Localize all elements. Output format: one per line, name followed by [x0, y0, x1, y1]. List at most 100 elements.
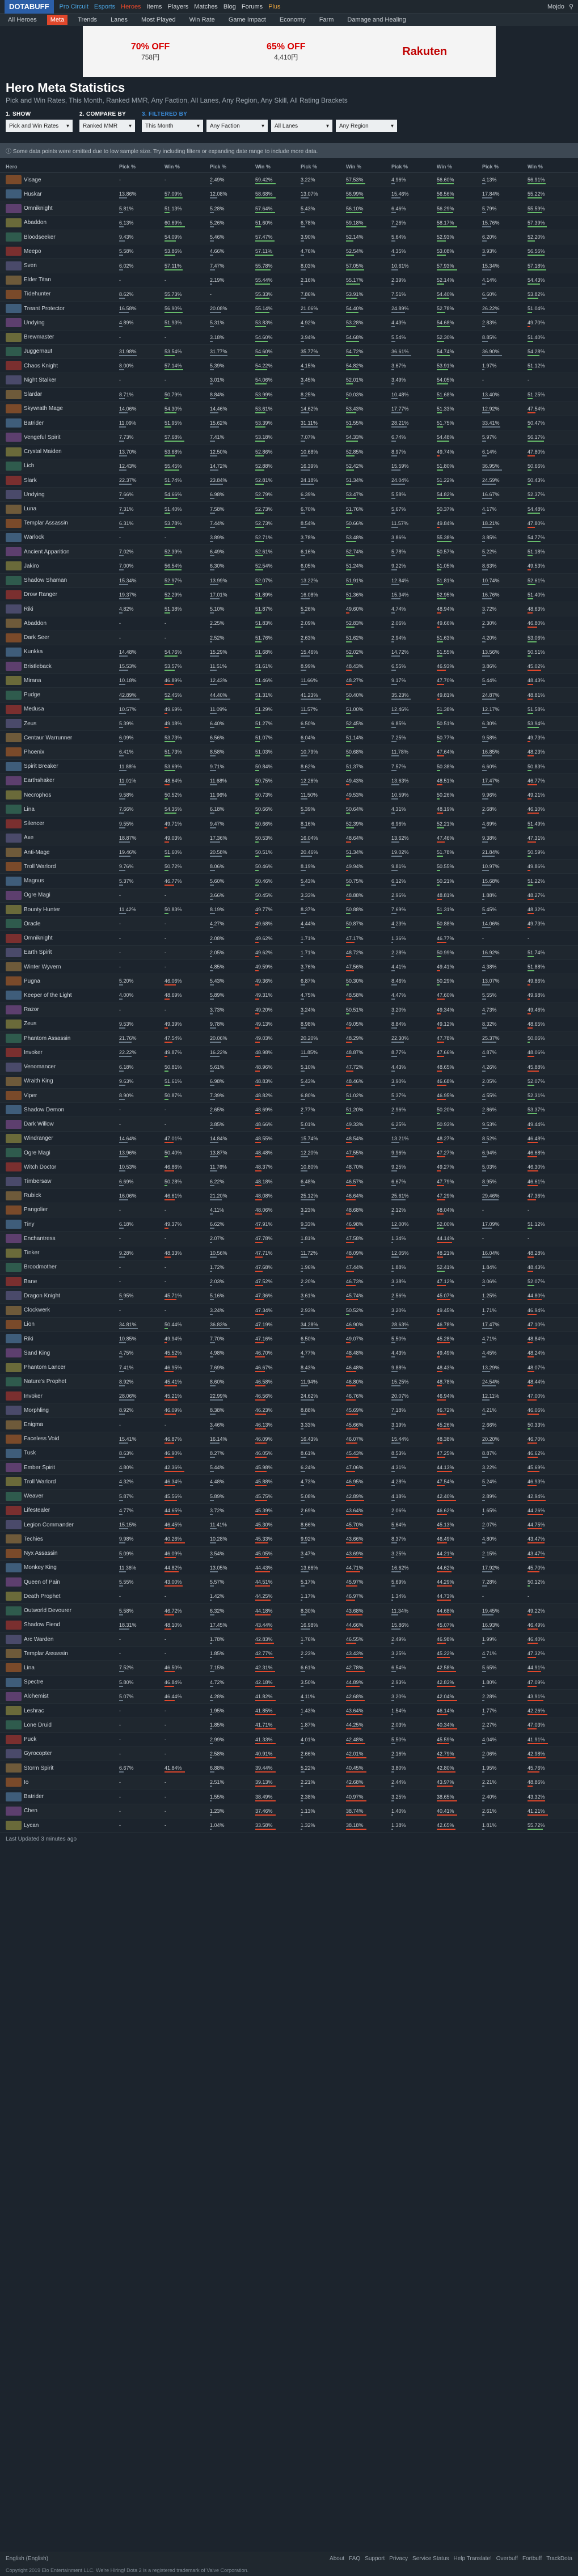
hero-portrait-icon[interactable]	[6, 1334, 22, 1344]
hero-portrait-icon[interactable]	[6, 1792, 22, 1801]
hero-name[interactable]: Chen	[24, 1808, 37, 1814]
hero-portrait-icon[interactable]	[6, 318, 22, 328]
hero-name[interactable]: Spirit Breaker	[24, 763, 58, 769]
hero-name[interactable]: Drow Ranger	[24, 591, 57, 598]
hero-portrait-icon[interactable]	[6, 289, 22, 299]
hero-portrait-icon[interactable]	[6, 962, 22, 971]
hero-name[interactable]: Medusa	[24, 706, 44, 712]
hero-name[interactable]: Tiny	[24, 1221, 35, 1228]
hero-portrait-icon[interactable]	[6, 1821, 22, 1830]
hero-name[interactable]: Phantom Assassin	[24, 1035, 70, 1042]
hero-name[interactable]: Bloodseeker	[24, 234, 56, 240]
hero-name[interactable]: Axe	[24, 835, 33, 841]
tab-farm[interactable]: Farm	[316, 15, 337, 25]
hero-portrait-icon[interactable]	[6, 991, 22, 1000]
col-win-1[interactable]: Win %	[255, 164, 301, 170]
hero-name[interactable]: Templar Assassin	[24, 1651, 68, 1657]
hero-portrait-icon[interactable]	[6, 532, 22, 542]
date-select[interactable]: This Month ▾	[142, 120, 203, 132]
hero-portrait-icon[interactable]	[6, 561, 22, 571]
hero-portrait-icon[interactable]	[6, 1534, 22, 1544]
hero-portrait-icon[interactable]	[6, 1262, 22, 1272]
hero-portrait-icon[interactable]	[6, 948, 22, 957]
hero-portrait-icon[interactable]	[6, 218, 22, 227]
hero-name[interactable]: Nyx Assassin	[24, 1550, 57, 1556]
nav-heroes[interactable]: Heroes	[121, 3, 141, 10]
hero-name[interactable]: Lone Druid	[24, 1722, 52, 1728]
hero-name[interactable]: Invoker	[24, 1050, 43, 1056]
hero-name[interactable]: Viper	[24, 1093, 37, 1099]
tab-game-impact[interactable]: Game Impact	[225, 15, 269, 25]
hero-name[interactable]: Juggernaut	[24, 348, 52, 354]
hero-name[interactable]: Meepo	[24, 248, 41, 255]
hero-name[interactable]: Faceless Void	[24, 1436, 59, 1442]
hero-name[interactable]: Tinker	[24, 1250, 39, 1256]
col-win-2[interactable]: Win %	[346, 164, 391, 170]
hero-portrait-icon[interactable]	[6, 275, 22, 285]
hero-name[interactable]: Nature's Prophet	[24, 1378, 66, 1385]
hero-portrait-icon[interactable]	[6, 504, 22, 514]
hero-portrait-icon[interactable]	[6, 905, 22, 915]
hero-name[interactable]: Winter Wyvern	[24, 964, 61, 970]
hero-portrait-icon[interactable]	[6, 819, 22, 828]
language-select[interactable]: English (English)	[6, 2556, 48, 2562]
hero-name[interactable]: Witch Doctor	[24, 1164, 56, 1170]
hero-name[interactable]: Silencer	[24, 820, 44, 827]
tab-win-rate[interactable]: Win Rate	[186, 15, 218, 25]
nav-forums[interactable]: Forums	[242, 3, 263, 10]
hero-name[interactable]: Lina	[24, 806, 35, 813]
hero-portrait-icon[interactable]	[6, 346, 22, 356]
col-pick-1[interactable]: Pick %	[210, 164, 255, 170]
hero-portrait-icon[interactable]	[6, 719, 22, 729]
hero-portrait-icon[interactable]	[6, 1649, 22, 1659]
hero-name[interactable]: Tidehunter	[24, 291, 50, 297]
hero-portrait-icon[interactable]	[6, 919, 22, 929]
nav-pro-circuit[interactable]: Pro Circuit	[60, 3, 88, 10]
hero-name[interactable]: Mirana	[24, 678, 41, 684]
hero-name[interactable]: Broodmother	[24, 1264, 57, 1270]
hero-name[interactable]: Troll Warlord	[24, 1479, 56, 1485]
hero-portrait-icon[interactable]	[6, 1248, 22, 1258]
hero-portrait-icon[interactable]	[6, 1305, 22, 1315]
tab-all-heroes[interactable]: All Heroes	[5, 15, 40, 25]
hero-name[interactable]: Night Stalker	[24, 377, 56, 383]
hero-name[interactable]: Batrider	[24, 420, 44, 426]
hero-portrait-icon[interactable]	[6, 476, 22, 485]
hero-portrait-icon[interactable]	[6, 1091, 22, 1101]
hero-portrait-icon[interactable]	[6, 619, 22, 628]
hero-portrait-icon[interactable]	[6, 1377, 22, 1386]
hero-portrait-icon[interactable]	[6, 418, 22, 428]
hero-portrait-icon[interactable]	[6, 747, 22, 757]
hero-name[interactable]: Troll Warlord	[24, 864, 56, 870]
hero-portrait-icon[interactable]	[6, 232, 22, 242]
hero-name[interactable]: Alchemist	[24, 1693, 48, 1699]
hero-portrait-icon[interactable]	[6, 1162, 22, 1172]
hero-portrait-icon[interactable]	[6, 633, 22, 642]
hero-portrait-icon[interactable]	[6, 1348, 22, 1358]
hero-name[interactable]: Phoenix	[24, 749, 44, 755]
hero-portrait-icon[interactable]	[6, 490, 22, 500]
hero-name[interactable]: Storm Spirit	[24, 1765, 53, 1771]
hero-name[interactable]: Slardar	[24, 391, 42, 397]
hero-portrait-icon[interactable]	[6, 1691, 22, 1701]
footer-link[interactable]: FAQ	[349, 2556, 360, 2562]
hero-name[interactable]: Centaur Warrunner	[24, 735, 72, 741]
hero-name[interactable]: Brewmaster	[24, 334, 54, 340]
hero-portrait-icon[interactable]	[6, 1477, 22, 1487]
col-pick-2[interactable]: Pick %	[301, 164, 346, 170]
hero-name[interactable]: Ogre Magi	[24, 1150, 50, 1156]
hero-portrait-icon[interactable]	[6, 662, 22, 671]
hero-portrait-icon[interactable]	[6, 361, 22, 371]
col-pick-4[interactable]: Pick %	[482, 164, 528, 170]
hero-portrait-icon[interactable]	[6, 1763, 22, 1773]
hero-portrait-icon[interactable]	[6, 1391, 22, 1401]
hero-name[interactable]: Queen of Pain	[24, 1579, 60, 1585]
hero-name[interactable]: Shadow Demon	[24, 1107, 64, 1113]
region-select[interactable]: Any Region ▾	[336, 120, 397, 132]
hero-portrait-icon[interactable]	[6, 1019, 22, 1029]
hero-name[interactable]: Riki	[24, 606, 33, 612]
hero-name[interactable]: Pugna	[24, 978, 40, 984]
hero-name[interactable]: Lich	[24, 463, 34, 469]
user-name[interactable]: Mojdo	[547, 3, 564, 10]
hero-name[interactable]: Lifestealer	[24, 1507, 50, 1513]
